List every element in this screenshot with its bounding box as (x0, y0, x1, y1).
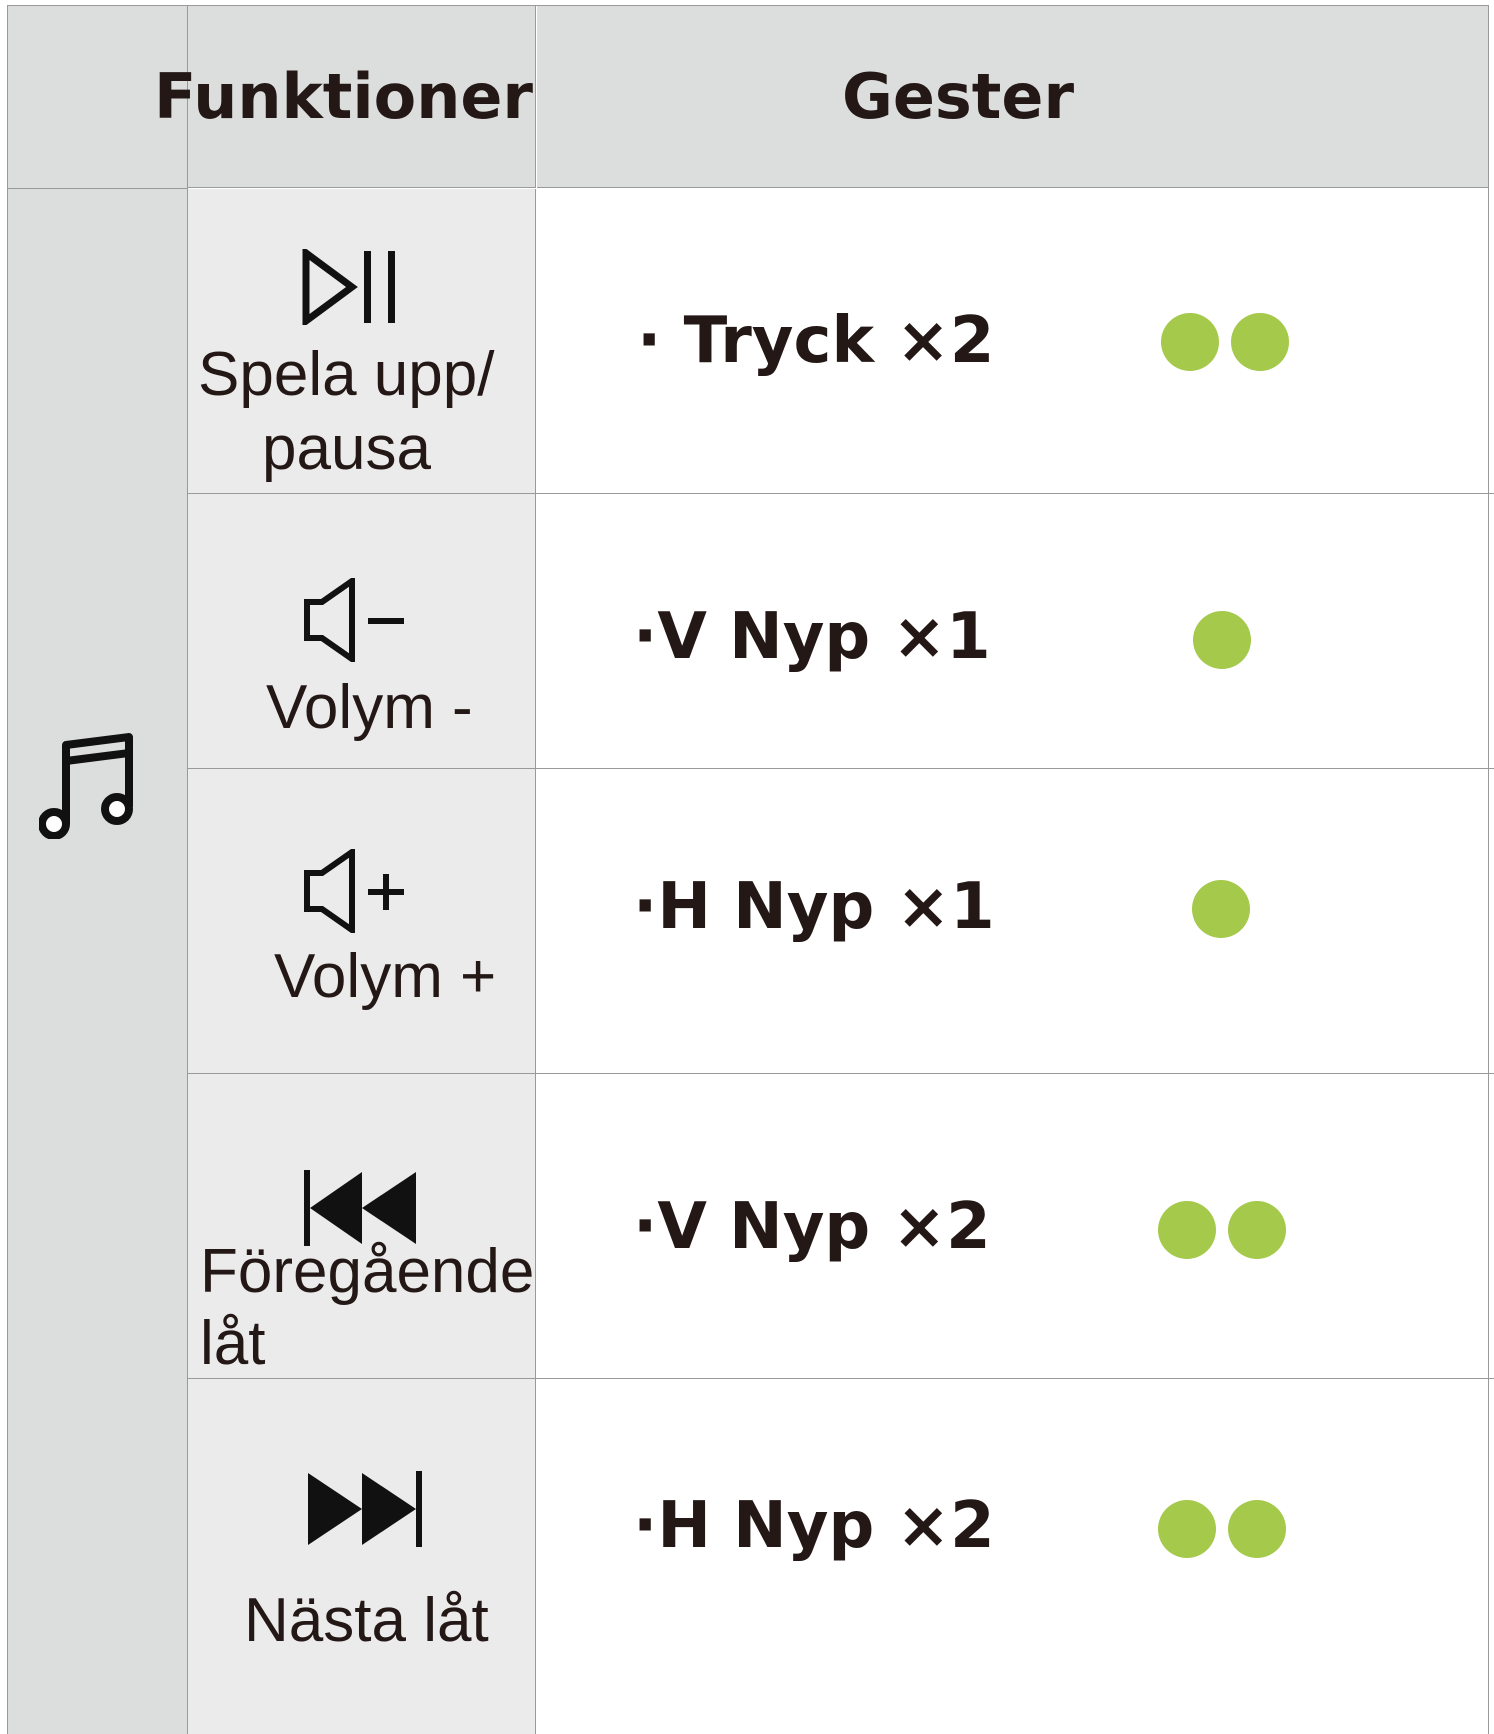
function-label-line2: pausa (262, 414, 431, 483)
table-left-border (7, 5, 8, 1734)
function-label: Föregående (200, 1237, 535, 1306)
header-gestures-label: Gester (841, 59, 1075, 133)
category-music-cell (7, 189, 188, 1734)
table-right-border (1488, 5, 1489, 1734)
gesture-cell: ·V Nyp ×1 (537, 494, 1489, 769)
gesture-dot (1193, 611, 1251, 669)
header-functions-label: Funktioner (153, 59, 533, 133)
gesture-cell: ·H Nyp ×1 (537, 769, 1489, 1074)
table-row: Nästa låt ·H Nyp ×2 (188, 1379, 1489, 1734)
gesture-text: ·H Nyp ×2 (633, 1489, 995, 1563)
header-gestures: Gester (537, 5, 1489, 188)
function-cell: Föregående låt (188, 1074, 536, 1379)
table-row: Volym + ·H Nyp ×1 (188, 769, 1494, 1074)
gesture-text: ·H Nyp ×1 (633, 870, 995, 944)
music-note-icon (39, 733, 133, 839)
gesture-cell: ·V Nyp ×2 (537, 1074, 1489, 1379)
gesture-cell: ·H Nyp ×2 (537, 1379, 1489, 1734)
gesture-text: · Tryck ×2 (637, 304, 995, 378)
function-cell: Spela upp/ pausa (188, 189, 536, 494)
next-track-icon (308, 1471, 422, 1547)
table-top-border (7, 5, 1489, 6)
gesture-dot (1161, 313, 1219, 371)
gesture-table: Funktioner Gester Spela upp/ pausa · Try… (7, 5, 1494, 1734)
gesture-dot (1228, 1201, 1286, 1259)
gesture-dot (1231, 313, 1289, 371)
table-row: Spela upp/ pausa · Tryck ×2 (188, 189, 1494, 494)
gesture-text: ·V Nyp ×2 (633, 1190, 991, 1264)
volume-down-icon (304, 578, 404, 662)
table-row: Föregående låt ·V Nyp ×2 (188, 1074, 1494, 1379)
play-pause-icon (302, 249, 395, 325)
gesture-cell: · Tryck ×2 (537, 189, 1489, 494)
gesture-dot (1228, 1500, 1286, 1558)
function-cell: Volym + (188, 769, 536, 1074)
function-label-line2: låt (200, 1309, 266, 1378)
function-cell: Nästa låt (188, 1379, 536, 1734)
function-label: Spela upp/ (198, 340, 495, 409)
gesture-text: ·V Nyp ×1 (633, 600, 991, 674)
function-label: Nästa låt (244, 1586, 489, 1655)
function-label: Volym + (274, 942, 497, 1011)
gesture-dot (1192, 880, 1250, 938)
table-row: Volym - ·V Nyp ×1 (188, 494, 1494, 769)
volume-up-icon (304, 849, 404, 933)
function-label: Volym - (266, 673, 473, 742)
function-cell: Volym - (188, 494, 536, 769)
header-functions: Funktioner (154, 5, 536, 188)
gesture-dot (1158, 1500, 1216, 1558)
gesture-dot (1158, 1201, 1216, 1259)
